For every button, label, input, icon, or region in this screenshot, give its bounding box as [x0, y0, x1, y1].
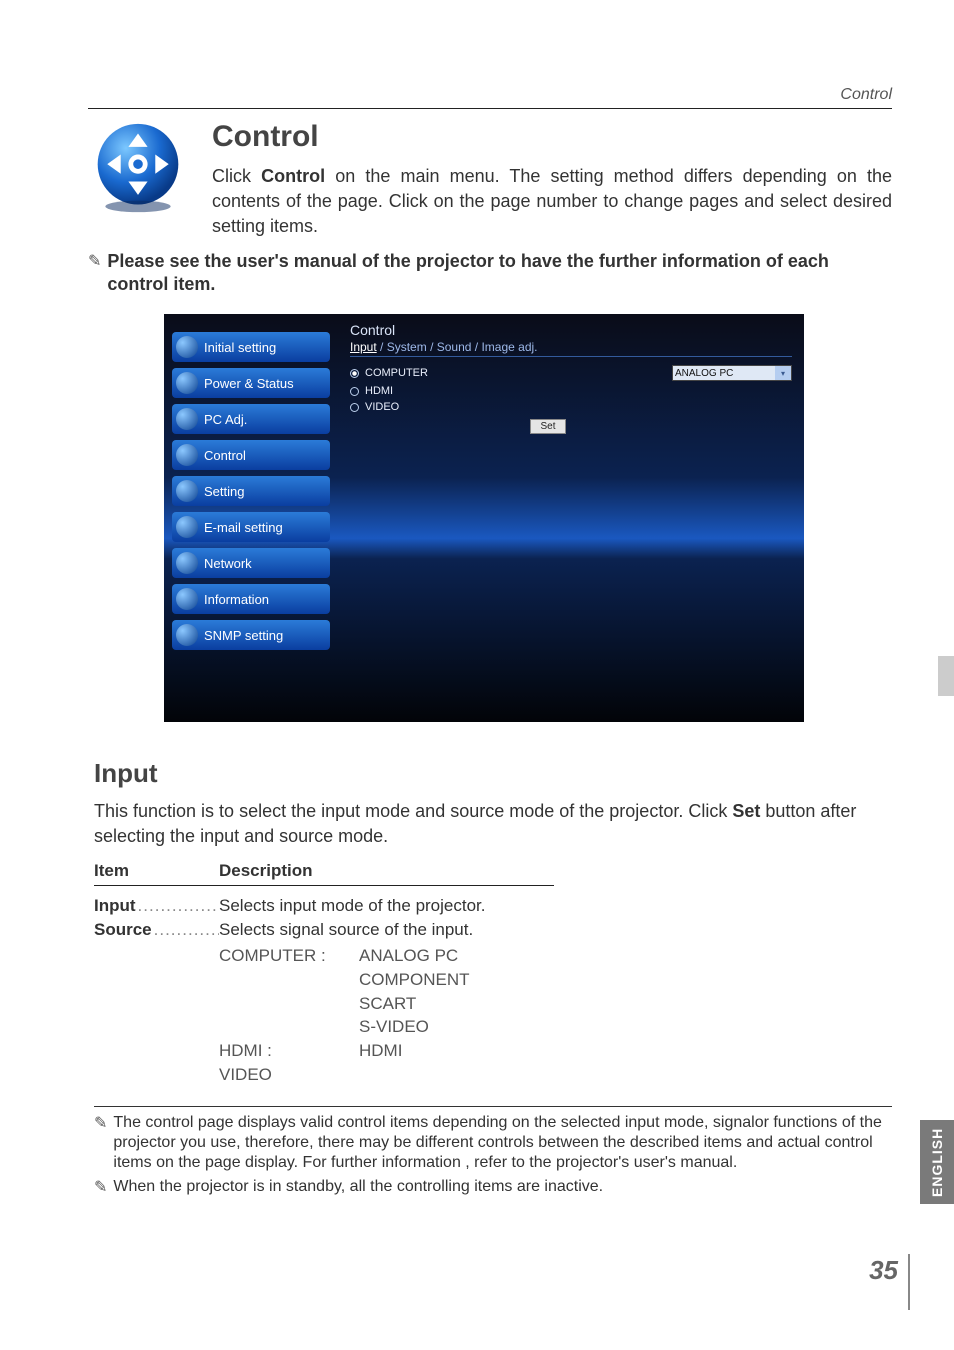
radio-icon[interactable]	[350, 403, 359, 412]
radio-icon[interactable]	[350, 387, 359, 396]
source-option-row: COMPONENT	[219, 968, 892, 992]
footnote: ✎The control page displays valid control…	[94, 1113, 892, 1173]
source-option-row: VIDEO	[219, 1063, 892, 1087]
sidebar-item-icon	[176, 588, 198, 610]
sidebar-item-icon	[176, 624, 198, 646]
sidebar-item-icon	[176, 516, 198, 538]
embedded-screenshot: Initial setting Power & Status PC Adj. Cont…	[164, 314, 804, 722]
sidebar-item-icon	[176, 372, 198, 394]
source-option-row: S-VIDEO	[219, 1015, 892, 1039]
source-dropdown[interactable]: ANALOG PC▾	[672, 365, 792, 381]
sidebar-item-label: Setting	[204, 484, 244, 499]
input-radio-row[interactable]: VIDEO	[350, 401, 792, 413]
sidebar: Initial setting Power & Status PC Adj. Cont…	[164, 314, 338, 722]
sidebar-item-label: SNMP setting	[204, 628, 283, 643]
sidebar-item[interactable]: Control	[172, 440, 330, 470]
radio-label: COMPUTER	[365, 367, 428, 379]
tab[interactable]: System	[387, 340, 427, 354]
input-radio-row[interactable]: COMPUTER ANALOG PC▾	[350, 365, 792, 381]
page: Control	[0, 0, 954, 1350]
set-button[interactable]: Set	[530, 419, 566, 434]
sidebar-item-label: Initial setting	[204, 340, 276, 355]
table-row: Input........................ Selects in…	[94, 894, 892, 918]
source-option-row: SCART	[219, 992, 892, 1016]
table-header-desc: Description	[219, 861, 313, 881]
sidebar-item[interactable]: Initial setting	[172, 332, 330, 362]
table-header: Item Description	[94, 861, 892, 881]
source-options-table: COMPUTER :ANALOG PCCOMPONENTSCARTS-VIDEO…	[219, 944, 892, 1087]
footnote: ✎When the projector is in standby, all t…	[94, 1177, 892, 1198]
sidebar-item-label: PC Adj.	[204, 412, 247, 427]
sidebar-item-label: E-mail setting	[204, 520, 283, 535]
pen-icon: ✎	[88, 250, 101, 297]
footer-rule	[94, 1106, 892, 1107]
table-row: Source...................... Selects sig…	[94, 918, 892, 1087]
tab[interactable]: Input	[350, 340, 377, 354]
tab[interactable]: Sound	[437, 340, 472, 354]
panel-title: Control	[350, 322, 792, 338]
control-panel: Control Input / System / Sound / Image a…	[338, 314, 804, 722]
sidebar-item-label: Control	[204, 448, 246, 463]
page-number: 35	[869, 1255, 898, 1286]
language-tab: ENGLISH	[920, 1120, 954, 1204]
header-section-label: Control	[840, 86, 892, 104]
sidebar-item[interactable]: Network	[172, 548, 330, 578]
pen-icon: ✎	[94, 1113, 107, 1173]
header-rule	[88, 108, 892, 109]
note-block: ✎ Please see the user's manual of the pr…	[88, 250, 892, 297]
source-option-row: COMPUTER :ANALOG PC	[219, 944, 892, 968]
sidebar-item-icon	[176, 480, 198, 502]
intro-paragraph: Click Control on the main menu. The sett…	[212, 164, 892, 240]
sidebar-item-label: Network	[204, 556, 252, 571]
input-description: This function is to select the input mod…	[94, 799, 892, 849]
sidebar-item[interactable]: E-mail setting	[172, 512, 330, 542]
sidebar-item-label: Power & Status	[204, 376, 294, 391]
sidebar-item[interactable]: Power & Status	[172, 368, 330, 398]
tab-row[interactable]: Input / System / Sound / Image adj.	[350, 340, 792, 357]
sidebar-item-icon	[176, 552, 198, 574]
radio-label: VIDEO	[365, 401, 399, 413]
intro-text: Control Click Control on the main menu. …	[212, 120, 892, 240]
chevron-down-icon[interactable]: ▾	[775, 366, 791, 380]
table-header-item: Item	[94, 861, 219, 881]
sidebar-item-icon	[176, 444, 198, 466]
sidebar-item-icon	[176, 336, 198, 358]
sidebar-item[interactable]: PC Adj.	[172, 404, 330, 434]
input-heading: Input	[94, 758, 892, 789]
input-radio-row[interactable]: HDMI	[350, 385, 792, 397]
page-number-rule	[908, 1254, 910, 1310]
note-text: Please see the user's manual of the proj…	[107, 250, 892, 297]
sidebar-item[interactable]: Setting	[172, 476, 330, 506]
sidebar-item-icon	[176, 408, 198, 430]
sidebar-item[interactable]: Information	[172, 584, 330, 614]
input-section: Input This function is to select the inp…	[94, 758, 892, 1087]
pen-icon: ✎	[94, 1177, 107, 1198]
control-icon	[88, 120, 188, 216]
sidebar-item[interactable]: SNMP setting	[172, 620, 330, 650]
radio-icon[interactable]	[350, 369, 359, 378]
side-tab-marker	[938, 656, 954, 696]
source-option-row: HDMI :HDMI	[219, 1039, 892, 1063]
sidebar-item-label: Information	[204, 592, 269, 607]
tab[interactable]: Image adj.	[481, 340, 537, 354]
intro-block: Control Click Control on the main menu. …	[88, 120, 892, 240]
radio-label: HDMI	[365, 385, 393, 397]
footer-notes: ✎The control page displays valid control…	[94, 1106, 892, 1202]
control-heading: Control	[212, 120, 892, 154]
table-rule	[94, 885, 554, 886]
